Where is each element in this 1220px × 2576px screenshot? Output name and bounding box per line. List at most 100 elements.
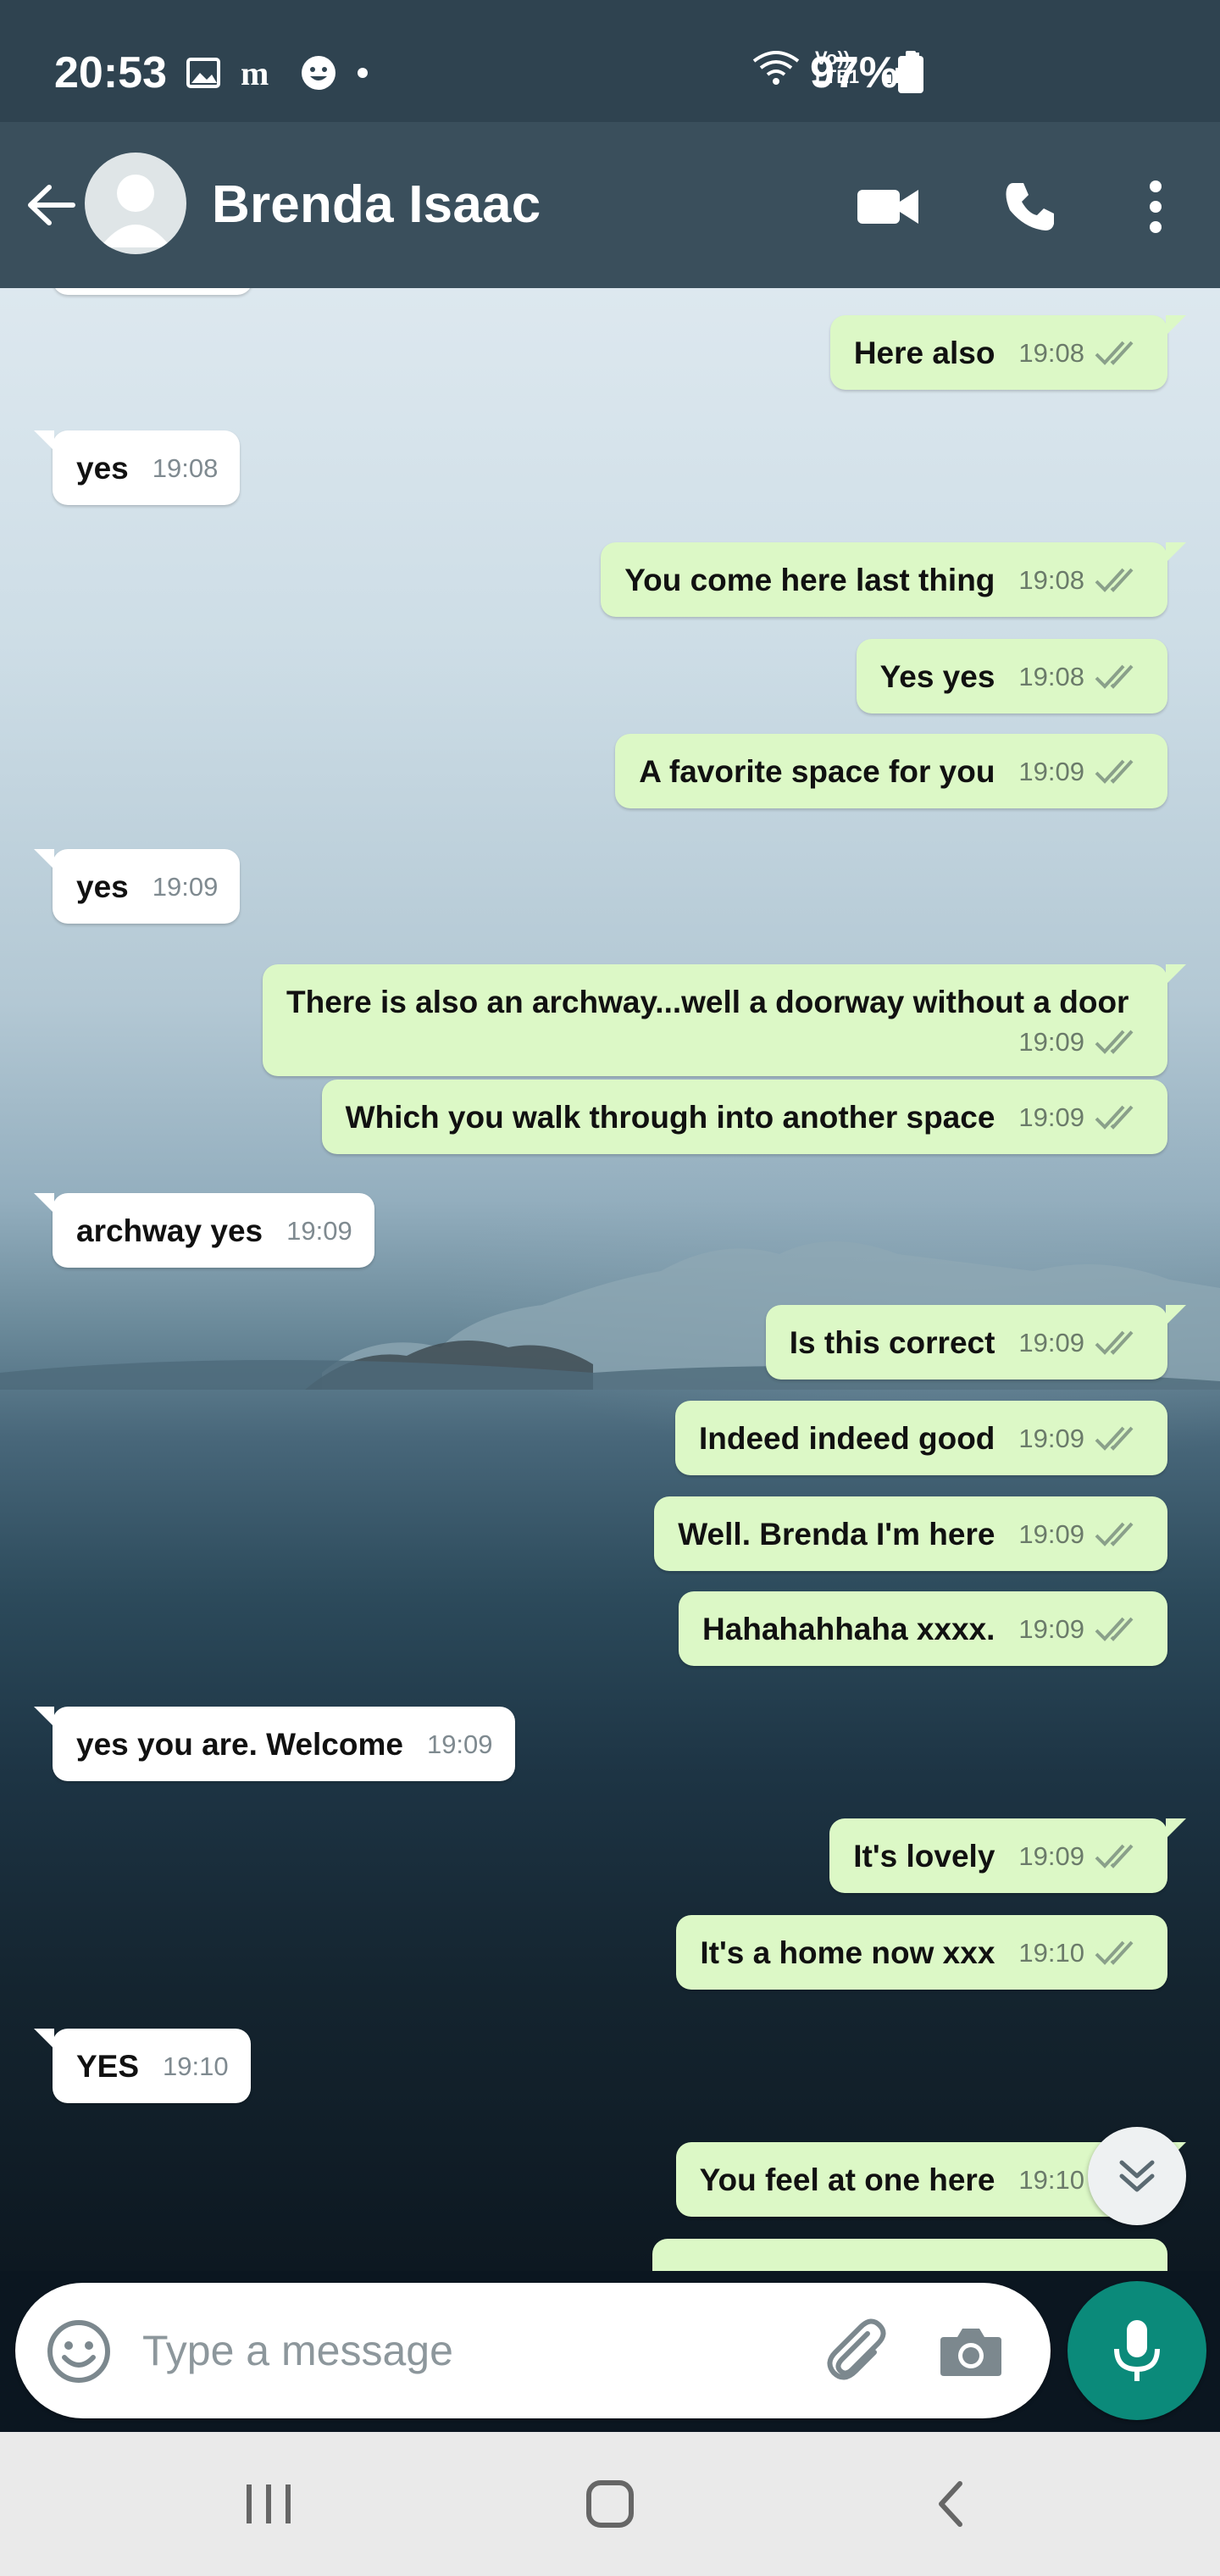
message-text: Yes yes — [879, 659, 995, 695]
voice-call-icon — [1006, 183, 1054, 230]
message-incoming[interactable]: yes you are. Welcome 19:09 — [34, 1707, 515, 1782]
double-check-icon — [1095, 1940, 1134, 1966]
message-time: 19:09 — [1018, 1614, 1084, 1645]
chat-area[interactable]: Here also 19:08 yes 19:08 You come here la… — [0, 288, 1220, 2271]
message-outgoing[interactable]: There is also an archway...well a doorwa… — [263, 964, 1186, 1077]
double-check-icon — [1095, 1522, 1134, 1547]
message-time: 19:09 — [426, 1729, 493, 1760]
double-check-icon — [1095, 1030, 1134, 1055]
message-incoming[interactable]: yes 19:09 — [33, 849, 241, 924]
back-nav-button[interactable] — [903, 2466, 996, 2542]
message-text: YES — [76, 2049, 140, 2085]
emoji-button[interactable] — [44, 2317, 114, 2386]
message-time: 19:08 — [152, 453, 219, 484]
message-time: 19:09 — [1018, 1519, 1084, 1550]
message-outgoing[interactable]: Indeed indeed good 19:09 — [674, 1401, 1167, 1476]
message-text: Is this correct — [789, 1325, 995, 1361]
more-menu-icon — [1150, 180, 1162, 233]
message-time: 19:09 — [1018, 1027, 1084, 1058]
battery-percent: 97% — [810, 48, 899, 97]
message-text: archway yes — [76, 1213, 263, 1249]
message-partial[interactable] — [652, 2239, 1167, 2271]
chevron-left-icon — [939, 2481, 962, 2527]
more-menu-button[interactable] — [1115, 166, 1196, 247]
message-text: yes — [76, 451, 129, 486]
message-time: 19:10 — [163, 2051, 229, 2082]
arrow-left-icon — [28, 185, 75, 225]
voice-call-button[interactable] — [990, 166, 1071, 247]
battery-icon — [898, 51, 923, 93]
message-time: 19:09 — [286, 1216, 352, 1246]
message-text: It's a home now xxx — [700, 1935, 995, 1971]
message-text: Which you walk through into another spac… — [345, 1100, 995, 1135]
back-button[interactable] — [17, 171, 85, 239]
recent-apps-icon — [247, 2484, 291, 2523]
dot-icon — [358, 68, 368, 78]
message-outgoing[interactable]: It's a home now xxx 19:10 — [676, 1915, 1167, 1990]
message-outgoing[interactable]: A favorite space for you 19:09 — [615, 734, 1167, 809]
contact-name[interactable]: Brenda Isaac — [212, 175, 541, 235]
double-check-icon — [1095, 568, 1134, 593]
message-text: Indeed indeed good — [698, 1421, 995, 1457]
default-avatar-icon — [100, 175, 171, 247]
attach-button[interactable] — [820, 2315, 891, 2386]
message-outgoing[interactable]: Hahahahhaha xxxx. 19:09 — [678, 1591, 1167, 1667]
emoji-icon — [47, 2320, 110, 2383]
message-text: Here also — [853, 336, 995, 371]
recent-apps-button[interactable] — [222, 2466, 315, 2542]
message-time: 19:09 — [1018, 1841, 1084, 1872]
scroll-to-bottom-button[interactable] — [1088, 2127, 1186, 2225]
message-text: Hahahahhaha xxxx. — [702, 1612, 995, 1647]
video-call-button[interactable] — [847, 166, 929, 247]
message-input[interactable] — [142, 2320, 786, 2381]
home-button[interactable] — [563, 2466, 657, 2542]
message-outgoing[interactable]: Yes yes 19:08 — [856, 639, 1167, 714]
video-call-icon — [857, 190, 918, 224]
double-check-icon — [1095, 1617, 1134, 1642]
camera-button[interactable] — [935, 2317, 1006, 2388]
double-check-icon — [1095, 1426, 1134, 1452]
gallery-icon — [186, 58, 220, 88]
message-incoming[interactable]: yes 19:08 — [33, 430, 241, 506]
double-check-icon — [1095, 1844, 1134, 1869]
message-text: It's lovely — [853, 1839, 995, 1874]
message-text: yes you are. Welcome — [76, 1727, 403, 1763]
message-outgoing[interactable]: Here also 19:08 — [829, 315, 1187, 391]
paperclip-icon — [827, 2318, 886, 2380]
message-partial[interactable] — [53, 288, 252, 295]
avatar[interactable] — [85, 153, 186, 254]
double-chevron-down-icon — [1119, 2160, 1155, 2192]
camera-icon — [940, 2329, 1001, 2376]
system-nav-bar — [0, 2432, 1220, 2576]
face-icon — [302, 56, 336, 90]
message-incoming[interactable]: archway yes 19:09 — [34, 1193, 374, 1269]
message-outgoing[interactable]: You come here last thing 19:08 — [601, 542, 1186, 618]
wifi-icon — [752, 51, 800, 85]
message-outgoing[interactable]: Is this correct 19:09 — [765, 1305, 1187, 1380]
home-icon — [586, 2480, 634, 2528]
message-outgoing[interactable]: Well. Brenda I'm here 19:09 — [654, 1496, 1167, 1572]
message-time: 19:09 — [1018, 1424, 1084, 1454]
double-check-icon — [1095, 1105, 1134, 1130]
double-check-icon — [1095, 341, 1134, 366]
m-icon: m — [241, 56, 269, 90]
message-outgoing[interactable]: Which you walk through into another spac… — [321, 1080, 1167, 1155]
message-time: 19:10 — [1018, 2165, 1084, 2196]
message-text: You feel at one here — [699, 2162, 995, 2198]
message-incoming[interactable]: YES 19:10 — [34, 2029, 251, 2104]
notification-icons: m — [186, 54, 369, 92]
status-time: 20:53 — [54, 48, 167, 97]
message-time: 19:08 — [1018, 565, 1084, 596]
message-time: 19:09 — [1018, 757, 1084, 787]
message-time: 19:09 — [1018, 1328, 1084, 1358]
status-bar: 20:53 m Vo)) LTE1 97% — [0, 0, 1220, 122]
message-text: Well. Brenda I'm here — [678, 1517, 995, 1552]
message-time: 19:09 — [1018, 1102, 1084, 1133]
svg-text:m: m — [241, 56, 269, 90]
message-outgoing[interactable]: It's lovely 19:09 — [829, 1818, 1186, 1894]
double-check-icon — [1095, 1330, 1134, 1356]
message-time: 19:09 — [152, 872, 219, 902]
voice-message-button[interactable] — [1068, 2281, 1206, 2420]
double-check-icon — [1095, 664, 1134, 690]
message-time: 19:08 — [1018, 338, 1084, 369]
